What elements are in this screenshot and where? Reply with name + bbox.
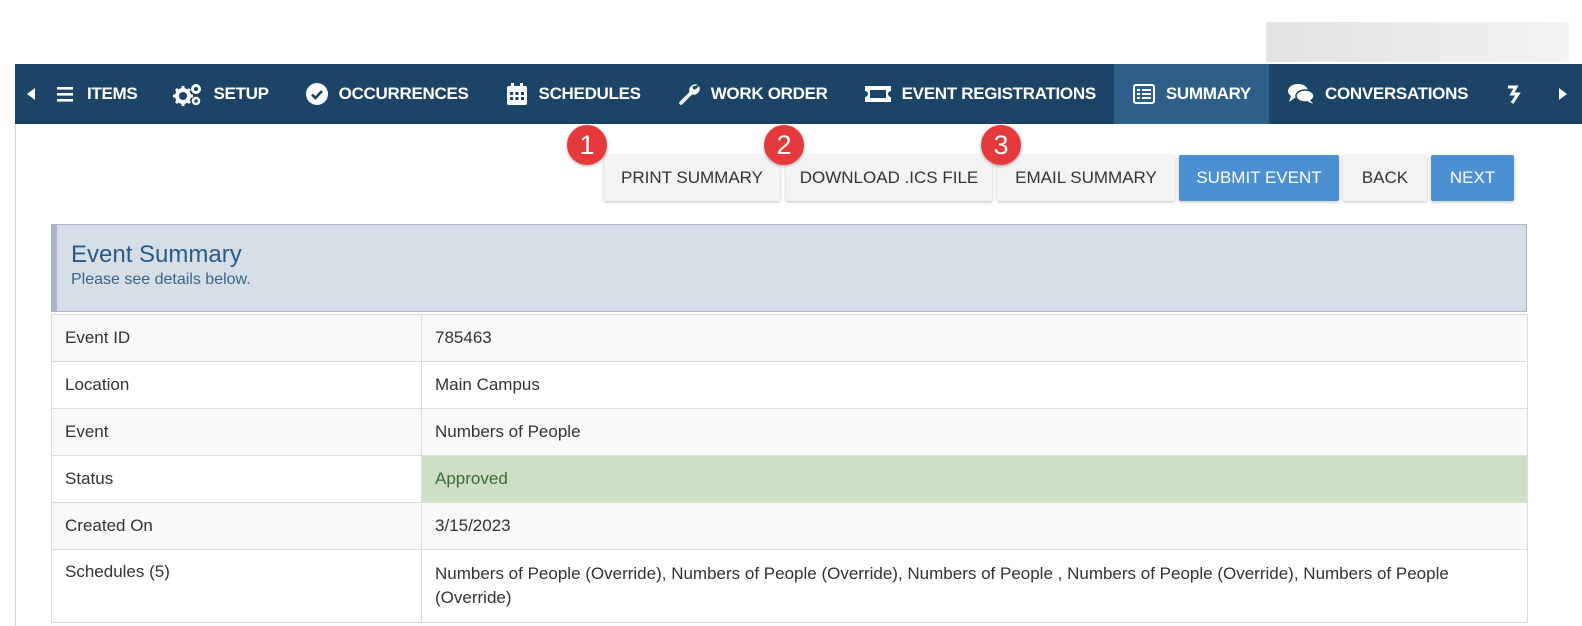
tab-summary[interactable]: SUMMARY (1113, 64, 1269, 124)
tab-label: SETUP (213, 84, 269, 103)
tab-label: SCHEDULES (538, 84, 641, 103)
row-value: Numbers of People (Override), Numbers of… (421, 549, 1528, 623)
gears-icon (173, 82, 203, 106)
tab-label: WORK ORDER (710, 84, 828, 103)
tab-event-registrations[interactable]: EVENT REGISTRATIONS (846, 64, 1114, 124)
callout-badge-3: 3 (981, 125, 1021, 165)
status-approved-cell: Approved (421, 455, 1528, 503)
panel-subtitle: Please see details below. (71, 271, 251, 288)
tab-occurrences[interactable]: OCCURRENCES (287, 64, 487, 124)
table-row: Event Numbers of People (51, 408, 1528, 456)
row-value: 3/15/2023 (421, 502, 1528, 550)
summary-content: PRINT SUMMARY DOWNLOAD .ICS FILE EMAIL S… (15, 124, 1582, 626)
comments-icon (1287, 82, 1315, 106)
tab-work-order[interactable]: WORK ORDER (659, 64, 846, 124)
row-value: Numbers of People (421, 408, 1528, 456)
row-label: Event (51, 408, 422, 456)
callout-badge-2: 2 (764, 125, 804, 165)
row-value: Main Campus (421, 361, 1528, 409)
submit-event-button[interactable]: SUBMIT EVENT (1179, 155, 1339, 201)
panel-title: Event Summary (71, 241, 242, 268)
partial-tab-icon (1504, 82, 1524, 106)
top-right-placeholder (1266, 22, 1569, 62)
scroll-left-arrow-icon[interactable] (15, 64, 49, 124)
tab-label: EVENT REGISTRATIONS (901, 84, 1097, 103)
tab-label: SUMMARY (1165, 84, 1251, 103)
tab-schedules[interactable]: SCHEDULES (487, 64, 659, 124)
tab-setup[interactable]: SETUP (155, 64, 286, 124)
callout-badge-1: 1 (567, 125, 607, 165)
email-summary-button[interactable]: EMAIL SUMMARY (997, 155, 1175, 201)
row-label: Event ID (51, 314, 422, 362)
summary-table: Event ID 785463 Location Main Campus Eve… (51, 314, 1528, 623)
row-label: Created On (51, 502, 422, 550)
tab-navbar: ITEMS SETUP OCCURRENCES SCHEDULES WORK O… (15, 64, 1582, 124)
row-value: 785463 (421, 314, 1528, 362)
back-button[interactable]: BACK (1343, 155, 1427, 201)
row-label: Location (51, 361, 422, 409)
tab-overflow-partial[interactable] (1486, 64, 1524, 124)
table-row: Status Approved (51, 455, 1528, 503)
calendar-icon (505, 82, 529, 106)
tab-label: ITEMS (87, 84, 138, 103)
check-circle-icon (305, 82, 329, 106)
print-summary-button[interactable]: PRINT SUMMARY (604, 155, 780, 201)
next-button[interactable]: NEXT (1431, 155, 1514, 201)
table-row: Location Main Campus (51, 361, 1528, 409)
row-label: Schedules (5) (51, 549, 422, 623)
ticket-icon (864, 82, 892, 106)
list-alt-icon (1132, 82, 1156, 106)
download-ics-button[interactable]: DOWNLOAD .ICS FILE (786, 155, 992, 201)
tab-label: OCCURRENCES (338, 84, 469, 103)
tab-conversations[interactable]: CONVERSATIONS (1269, 64, 1486, 124)
event-summary-header: Event Summary Please see details below. (51, 224, 1527, 312)
tab-label: CONVERSATIONS (1324, 84, 1469, 103)
table-row: Schedules (5) Numbers of People (Overrid… (51, 549, 1528, 623)
tab-items[interactable]: ITEMS (49, 64, 155, 124)
table-row: Event ID 785463 (51, 314, 1528, 362)
wrench-icon (677, 82, 701, 106)
list-icon (53, 82, 77, 106)
row-label: Status (51, 455, 422, 503)
scroll-right-arrow-icon[interactable] (1542, 64, 1582, 124)
table-row: Created On 3/15/2023 (51, 502, 1528, 550)
